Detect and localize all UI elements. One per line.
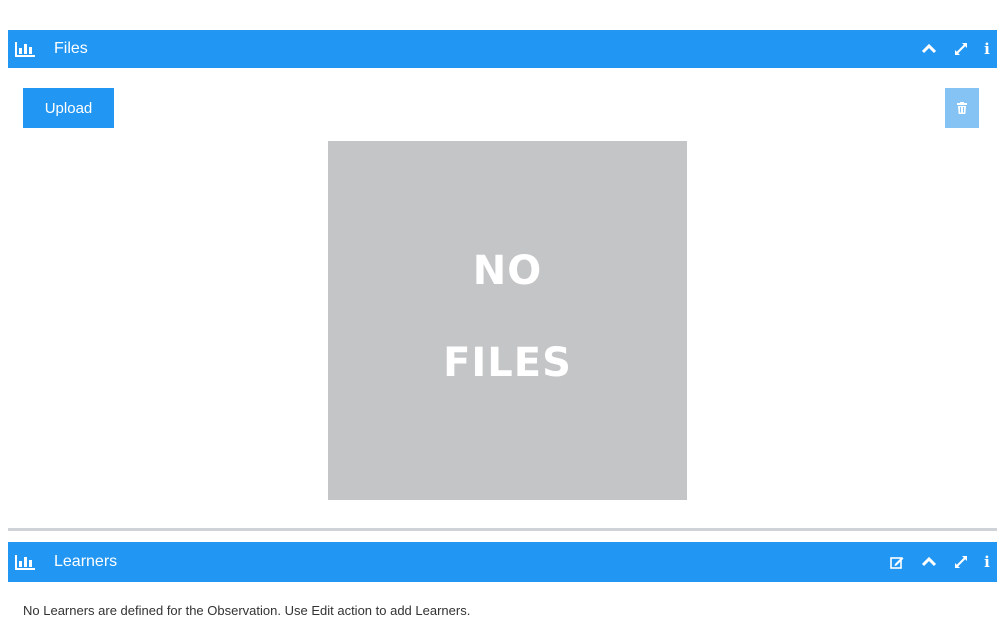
top-edge (0, 0, 997, 4)
learners-info-button[interactable]: i (977, 543, 997, 581)
bar-chart-icon (15, 555, 35, 570)
expand-icon (955, 43, 967, 55)
no-files-line1: NO (472, 247, 543, 294)
learners-panel-title: Learners (54, 553, 118, 570)
collapse-files-button[interactable] (913, 30, 945, 68)
edit-icon (890, 556, 904, 569)
expand-learners-button[interactable] (945, 543, 977, 581)
expand-icon (955, 556, 967, 568)
bar-chart-icon (15, 42, 35, 57)
upload-button[interactable]: Upload (23, 88, 114, 128)
no-files-line2: FILES (443, 339, 572, 386)
learners-panel-tools: i (881, 542, 997, 582)
learners-empty-message: No Learners are defined for the Observat… (23, 603, 471, 618)
cropped-page-heading (0, 0, 997, 26)
files-panel-tools: i (913, 30, 997, 68)
panel-divider (8, 528, 997, 531)
chevron-up-icon (922, 557, 936, 567)
collapse-learners-button[interactable] (913, 543, 945, 581)
learners-panel-header: Learners i (8, 542, 997, 582)
delete-files-button[interactable] (945, 88, 979, 128)
chevron-up-icon (922, 44, 936, 54)
info-icon: i (984, 40, 990, 58)
trash-icon (957, 102, 967, 114)
info-icon: i (984, 553, 990, 571)
files-panel-header: Files i (8, 30, 997, 68)
files-info-button[interactable]: i (977, 30, 997, 68)
edit-learners-button[interactable] (881, 543, 913, 581)
files-panel-title: Files (54, 40, 88, 57)
no-files-placeholder: NO FILES (328, 141, 687, 500)
expand-files-button[interactable] (945, 30, 977, 68)
